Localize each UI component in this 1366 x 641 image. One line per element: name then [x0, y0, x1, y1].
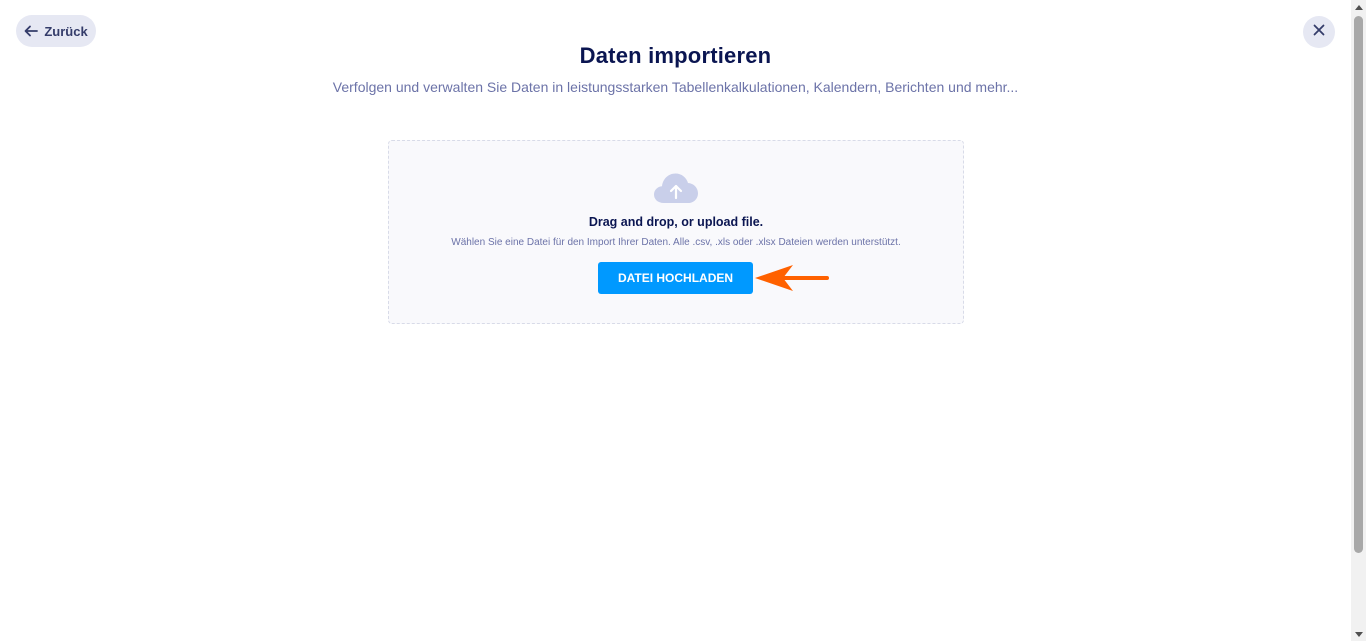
page-subtitle: Verfolgen und verwalten Sie Daten in lei…: [332, 79, 1019, 95]
annotation-arrow-icon: [755, 262, 829, 299]
scroll-up-icon[interactable]: [1351, 0, 1366, 14]
page-title: Daten importieren: [579, 43, 772, 68]
arrow-left-icon: [24, 25, 39, 37]
close-icon: [1313, 23, 1325, 41]
drop-zone-hint: Wählen Sie eine Datei für den Import Ihr…: [451, 237, 901, 248]
file-drop-zone[interactable]: Drag and drop, or upload file. Wählen Si…: [388, 140, 964, 324]
drop-zone-title: Drag and drop, or upload file.: [588, 215, 764, 229]
scrollbar-thumb[interactable]: [1354, 16, 1363, 553]
back-button-label: Zurück: [44, 23, 88, 39]
scroll-down-icon[interactable]: [1351, 627, 1366, 641]
upload-file-button[interactable]: DATEI HOCHLADEN: [598, 262, 753, 294]
cloud-upload-icon: [653, 171, 699, 210]
import-page: Zurück Daten importieren Verfolgen und v…: [0, 0, 1366, 641]
vertical-scrollbar[interactable]: [1351, 0, 1366, 641]
